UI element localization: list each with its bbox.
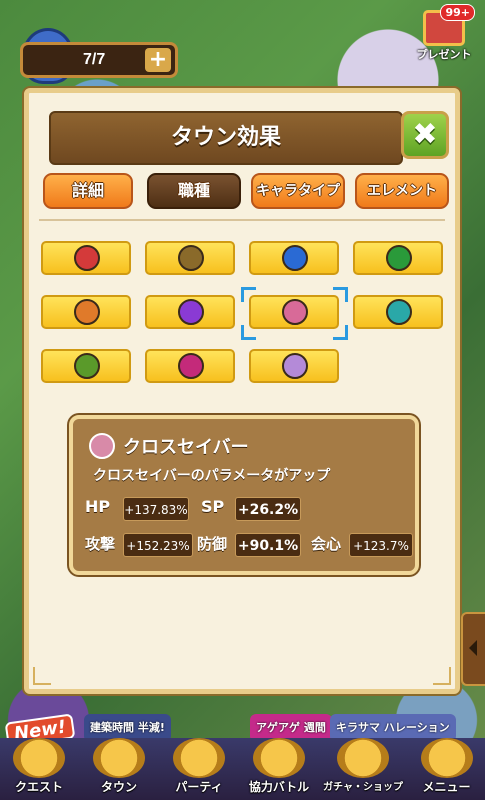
job-effect-card: クロスセイバー クロスセイバーのパラメータがアップ HP +137.83% SP… [69, 415, 419, 575]
nav-label: クエスト [14, 780, 63, 794]
side-scroll-arrow[interactable] [461, 612, 485, 686]
job-slot-9[interactable] [41, 349, 131, 383]
orange-bow-icon [74, 299, 100, 325]
present-badge: 99+ [440, 4, 475, 21]
tab-character-type[interactable]: キャラタイプ [251, 173, 345, 209]
stat-label-sp: SP [201, 497, 225, 516]
nav-menu[interactable]: メニュー [408, 738, 485, 800]
purple-book-icon [282, 353, 308, 379]
nav-town[interactable]: タウン [80, 738, 158, 800]
bottom-navigation: クエスト タウン パーティ 協力バトル ガチャ・ショップ メニュー [0, 738, 485, 800]
party-icon [173, 738, 225, 778]
nav-label: ガチャ・ショップ [323, 782, 403, 793]
add-stamina-button[interactable]: + [145, 48, 171, 72]
dialog-title: タウン効果 [170, 125, 281, 150]
job-slot-10[interactable] [145, 349, 235, 383]
job-slot-5[interactable] [41, 295, 131, 329]
job-description: クロスセイバーのパラメータがアップ [93, 468, 331, 484]
gacha-shop-icon [337, 738, 389, 778]
close-button[interactable]: ✖ [401, 111, 449, 159]
selection-corner [333, 325, 348, 340]
teal-star-icon [386, 299, 412, 325]
town-effect-dialog: タウン効果 ✖ 詳細 職種 キャラタイプ エレメント クロスセイバー クロスセイ… [24, 88, 460, 694]
blue-axe-icon [282, 245, 308, 271]
nav-label: タウン [100, 780, 137, 794]
stamina-bar: 7/7 + [20, 42, 178, 78]
job-slot-6[interactable] [145, 295, 235, 329]
nav-label: パーティ [175, 780, 223, 794]
job-slot-1[interactable] [41, 241, 131, 275]
divider [39, 219, 445, 221]
nav-label: 協力バトル [248, 780, 310, 794]
quest-icon [13, 738, 65, 778]
stat-label-defense: 防御 [197, 535, 228, 553]
job-slot-7-selected[interactable] [249, 295, 339, 329]
selection-corner [241, 287, 256, 302]
tab-job[interactable]: 職種 [147, 173, 241, 209]
nav-party[interactable]: パーティ [160, 738, 238, 800]
stat-label-critical: 会心 [311, 535, 342, 553]
tab-element[interactable]: エレメント [355, 173, 449, 209]
green-spear-icon [386, 245, 412, 271]
job-slot-4[interactable] [353, 241, 443, 275]
corner-ornament [433, 667, 451, 685]
job-slot-11[interactable] [249, 349, 339, 383]
tab-details[interactable]: 詳細 [43, 173, 133, 209]
magenta-gun-icon [178, 353, 204, 379]
present-label: プレゼント [416, 48, 472, 61]
job-slot-3[interactable] [249, 241, 339, 275]
purple-staff-icon [178, 299, 204, 325]
corner-ornament [33, 667, 51, 685]
menu-icon [420, 738, 473, 778]
stat-label-hp: HP [85, 497, 111, 516]
dialog-title-bar: タウン効果 [49, 111, 403, 165]
job-name: クロスセイバー [123, 437, 249, 458]
stat-value-hp: +137.83% [123, 497, 189, 521]
red-sword-icon [74, 245, 100, 271]
stat-value-critical: +123.7% [349, 533, 413, 557]
selection-corner [333, 287, 348, 302]
stamina-value: 7/7 [83, 51, 106, 68]
nav-quest[interactable]: クエスト [0, 738, 78, 800]
pink-crosssaber-icon [282, 299, 308, 325]
selection-corner [241, 325, 256, 340]
green-claw-icon [74, 353, 100, 379]
town-icon [93, 738, 145, 778]
job-slot-8[interactable] [353, 295, 443, 329]
stat-label-attack: 攻撃 [85, 535, 116, 553]
nav-label: メニュー [422, 780, 471, 794]
brown-hammer-icon [178, 245, 204, 271]
stat-value-defense: +90.1% [235, 533, 301, 557]
crosssaber-icon [89, 433, 115, 459]
nav-coop-battle[interactable]: 協力バトル [240, 738, 318, 800]
stat-value-sp: +26.2% [235, 497, 301, 521]
nav-gacha-shop[interactable]: ガチャ・ショップ [320, 738, 406, 800]
present-button[interactable]: 99+ プレゼント [413, 4, 475, 68]
coop-battle-icon [253, 738, 305, 778]
job-slot-2[interactable] [145, 241, 235, 275]
stat-value-attack: +152.23% [123, 533, 193, 557]
